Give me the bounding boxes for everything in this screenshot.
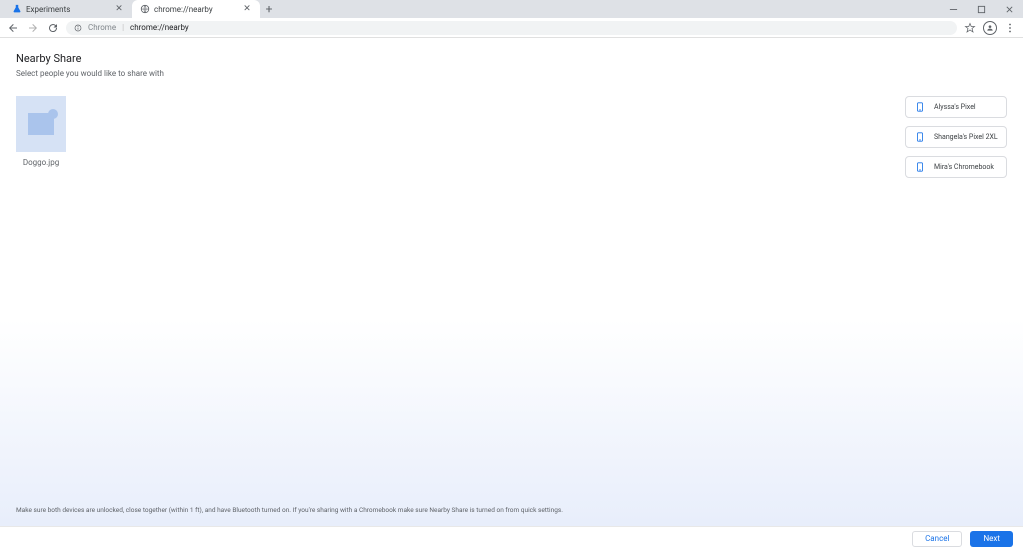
site-info-icon[interactable] [74, 24, 82, 32]
page-title: Nearby Share [16, 52, 1007, 65]
device-name: Alyssa's Pixel [934, 103, 976, 111]
page-header: Nearby Share Select people you would lik… [0, 38, 1023, 82]
share-content: Doggo.jpg Alyssa's Pixel Shangela's Pixe… [0, 82, 1023, 178]
flask-icon [12, 4, 22, 14]
new-tab-button[interactable]: + [260, 0, 278, 18]
page-subtitle: Select people you would like to share wi… [16, 69, 1007, 78]
tab-experiments[interactable]: Experiments ✕ [4, 0, 132, 18]
menu-button[interactable] [1003, 21, 1017, 35]
page-content: Nearby Share Select people you would lik… [0, 38, 1023, 550]
device-list: Alyssa's Pixel Shangela's Pixel 2XL Mira… [905, 96, 1007, 178]
forward-button[interactable] [26, 21, 40, 35]
tab-title: chrome://nearby [154, 5, 238, 14]
next-button[interactable]: Next [970, 531, 1013, 547]
image-icon [28, 113, 54, 135]
tab-strip: Experiments ✕ chrome://nearby ✕ + [0, 0, 278, 18]
toolbar: Chrome | chrome://nearby [0, 18, 1023, 38]
titlebar: Experiments ✕ chrome://nearby ✕ + [0, 0, 1023, 18]
close-window-button[interactable] [995, 0, 1023, 18]
url-path: chrome://nearby [130, 23, 189, 32]
cancel-button[interactable]: Cancel [912, 531, 962, 547]
smartphone-icon [914, 101, 926, 113]
smartphone-icon [914, 131, 926, 143]
minimize-button[interactable] [939, 0, 967, 18]
file-name: Doggo.jpg [23, 158, 59, 167]
device-name: Shangela's Pixel 2XL [934, 133, 998, 141]
window-controls [939, 0, 1023, 18]
file-preview: Doggo.jpg [16, 96, 66, 178]
file-thumbnail[interactable] [16, 96, 66, 152]
footer: Cancel Next [0, 526, 1023, 550]
back-button[interactable] [6, 21, 20, 35]
close-icon[interactable]: ✕ [114, 4, 124, 14]
tab-title: Experiments [26, 5, 110, 14]
reload-button[interactable] [46, 21, 60, 35]
bookmark-button[interactable] [963, 21, 977, 35]
device-item[interactable]: Mira's Chromebook [905, 156, 1007, 178]
maximize-button[interactable] [967, 0, 995, 18]
device-item[interactable]: Alyssa's Pixel [905, 96, 1007, 118]
smartphone-icon [914, 161, 926, 173]
url-divider: | [122, 23, 124, 32]
hint-text: Make sure both devices are unlocked, clo… [16, 506, 563, 514]
address-bar[interactable]: Chrome | chrome://nearby [66, 21, 957, 35]
profile-button[interactable] [983, 21, 997, 35]
avatar-icon [983, 21, 997, 35]
close-icon[interactable]: ✕ [242, 4, 252, 14]
device-name: Mira's Chromebook [934, 163, 994, 171]
device-item[interactable]: Shangela's Pixel 2XL [905, 126, 1007, 148]
url-scheme: Chrome [88, 23, 116, 32]
tab-nearby[interactable]: chrome://nearby ✕ [132, 0, 260, 18]
globe-icon [140, 4, 150, 14]
